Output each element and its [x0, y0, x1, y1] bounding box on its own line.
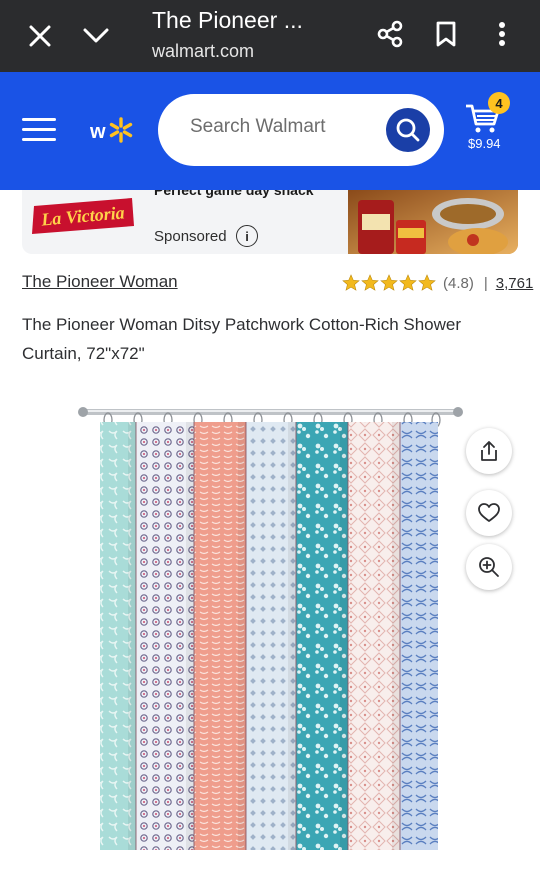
bookmark-button[interactable]	[428, 16, 464, 52]
page-url: walmart.com	[152, 41, 255, 61]
search-bar	[158, 94, 444, 166]
favorite-button[interactable]	[466, 490, 512, 536]
search-input[interactable]	[190, 116, 370, 138]
star-rating	[342, 274, 437, 292]
ad-headline: Perfect game day snack	[154, 190, 314, 198]
page-title: The Pioneer ...	[152, 7, 303, 33]
review-count-link[interactable]: 3,761	[496, 275, 534, 292]
close-button[interactable]	[22, 18, 58, 54]
star-icon	[418, 274, 436, 291]
walmart-logo[interactable]: w	[90, 112, 134, 148]
share-product-button[interactable]	[466, 428, 512, 474]
collapse-button[interactable]	[78, 18, 114, 54]
rating-value: (4.8)	[443, 274, 474, 292]
bookmark-icon	[436, 21, 456, 47]
share-icon	[481, 441, 497, 461]
walmart-spark-icon: w	[90, 117, 133, 143]
share-button[interactable]	[372, 16, 408, 52]
search-icon	[396, 118, 420, 142]
chevron-down-icon	[83, 28, 109, 43]
more-vertical-icon	[499, 22, 505, 46]
hamburger-menu-icon	[22, 118, 56, 121]
product-title: The Pioneer Woman Ditsy Patchwork Cotton…	[22, 315, 462, 363]
site-header: w 4 $9.94	[0, 72, 540, 190]
close-icon	[29, 25, 51, 47]
brand-link[interactable]: The Pioneer Woman	[22, 272, 178, 292]
search-button[interactable]	[386, 108, 430, 152]
product-image[interactable]	[78, 400, 463, 855]
brand-logo: La Victoria	[32, 198, 134, 234]
info-icon[interactable]: i	[236, 225, 258, 247]
ad-product-image	[348, 190, 518, 254]
heart-icon	[478, 503, 500, 522]
sponsored-ad-banner[interactable]: La Victoria Perfect game day snack Spons…	[22, 190, 518, 254]
star-icon	[399, 274, 417, 291]
cart-total: $9.94	[468, 136, 501, 151]
star-icon	[361, 274, 379, 291]
cart-count-badge: 4	[488, 92, 510, 114]
cart-button[interactable]: 4 $9.94	[462, 92, 522, 162]
star-icon	[380, 274, 398, 291]
browser-toolbar: The Pioneer ... walmart.com	[0, 0, 540, 72]
svg-text:w: w	[90, 121, 106, 143]
zoom-in-icon	[479, 557, 499, 577]
sponsored-label: Sponsored	[154, 228, 227, 245]
share-icon	[377, 20, 403, 48]
browser-titles: The Pioneer ... walmart.com	[152, 6, 352, 64]
menu-button[interactable]	[22, 118, 56, 144]
more-options-button[interactable]	[484, 16, 520, 52]
product-rating[interactable]: (4.8) | 3,761	[342, 272, 533, 294]
star-icon	[342, 274, 360, 291]
rating-separator: |	[483, 274, 488, 292]
zoom-button[interactable]	[466, 544, 512, 590]
